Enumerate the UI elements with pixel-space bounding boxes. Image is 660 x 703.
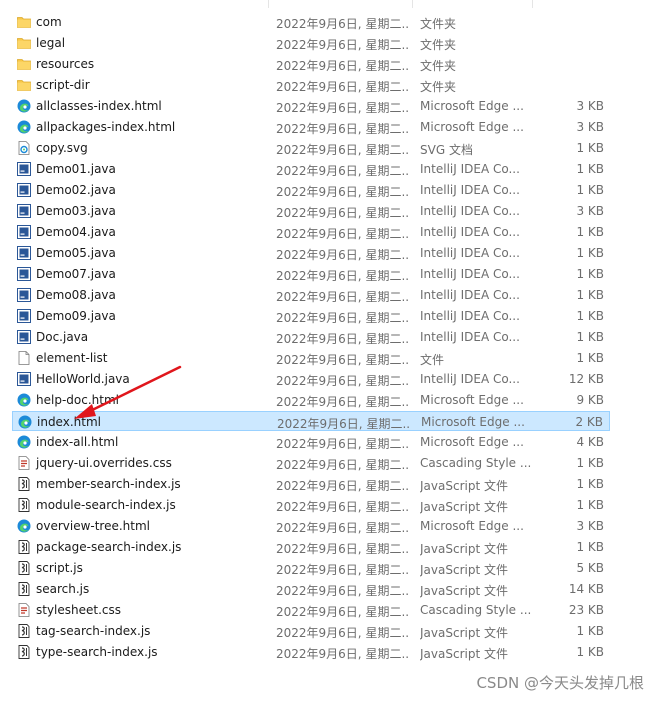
red-arrow-icon — [74, 365, 182, 419]
watermark: CSDN @今天头发掉几根 — [476, 674, 644, 692]
